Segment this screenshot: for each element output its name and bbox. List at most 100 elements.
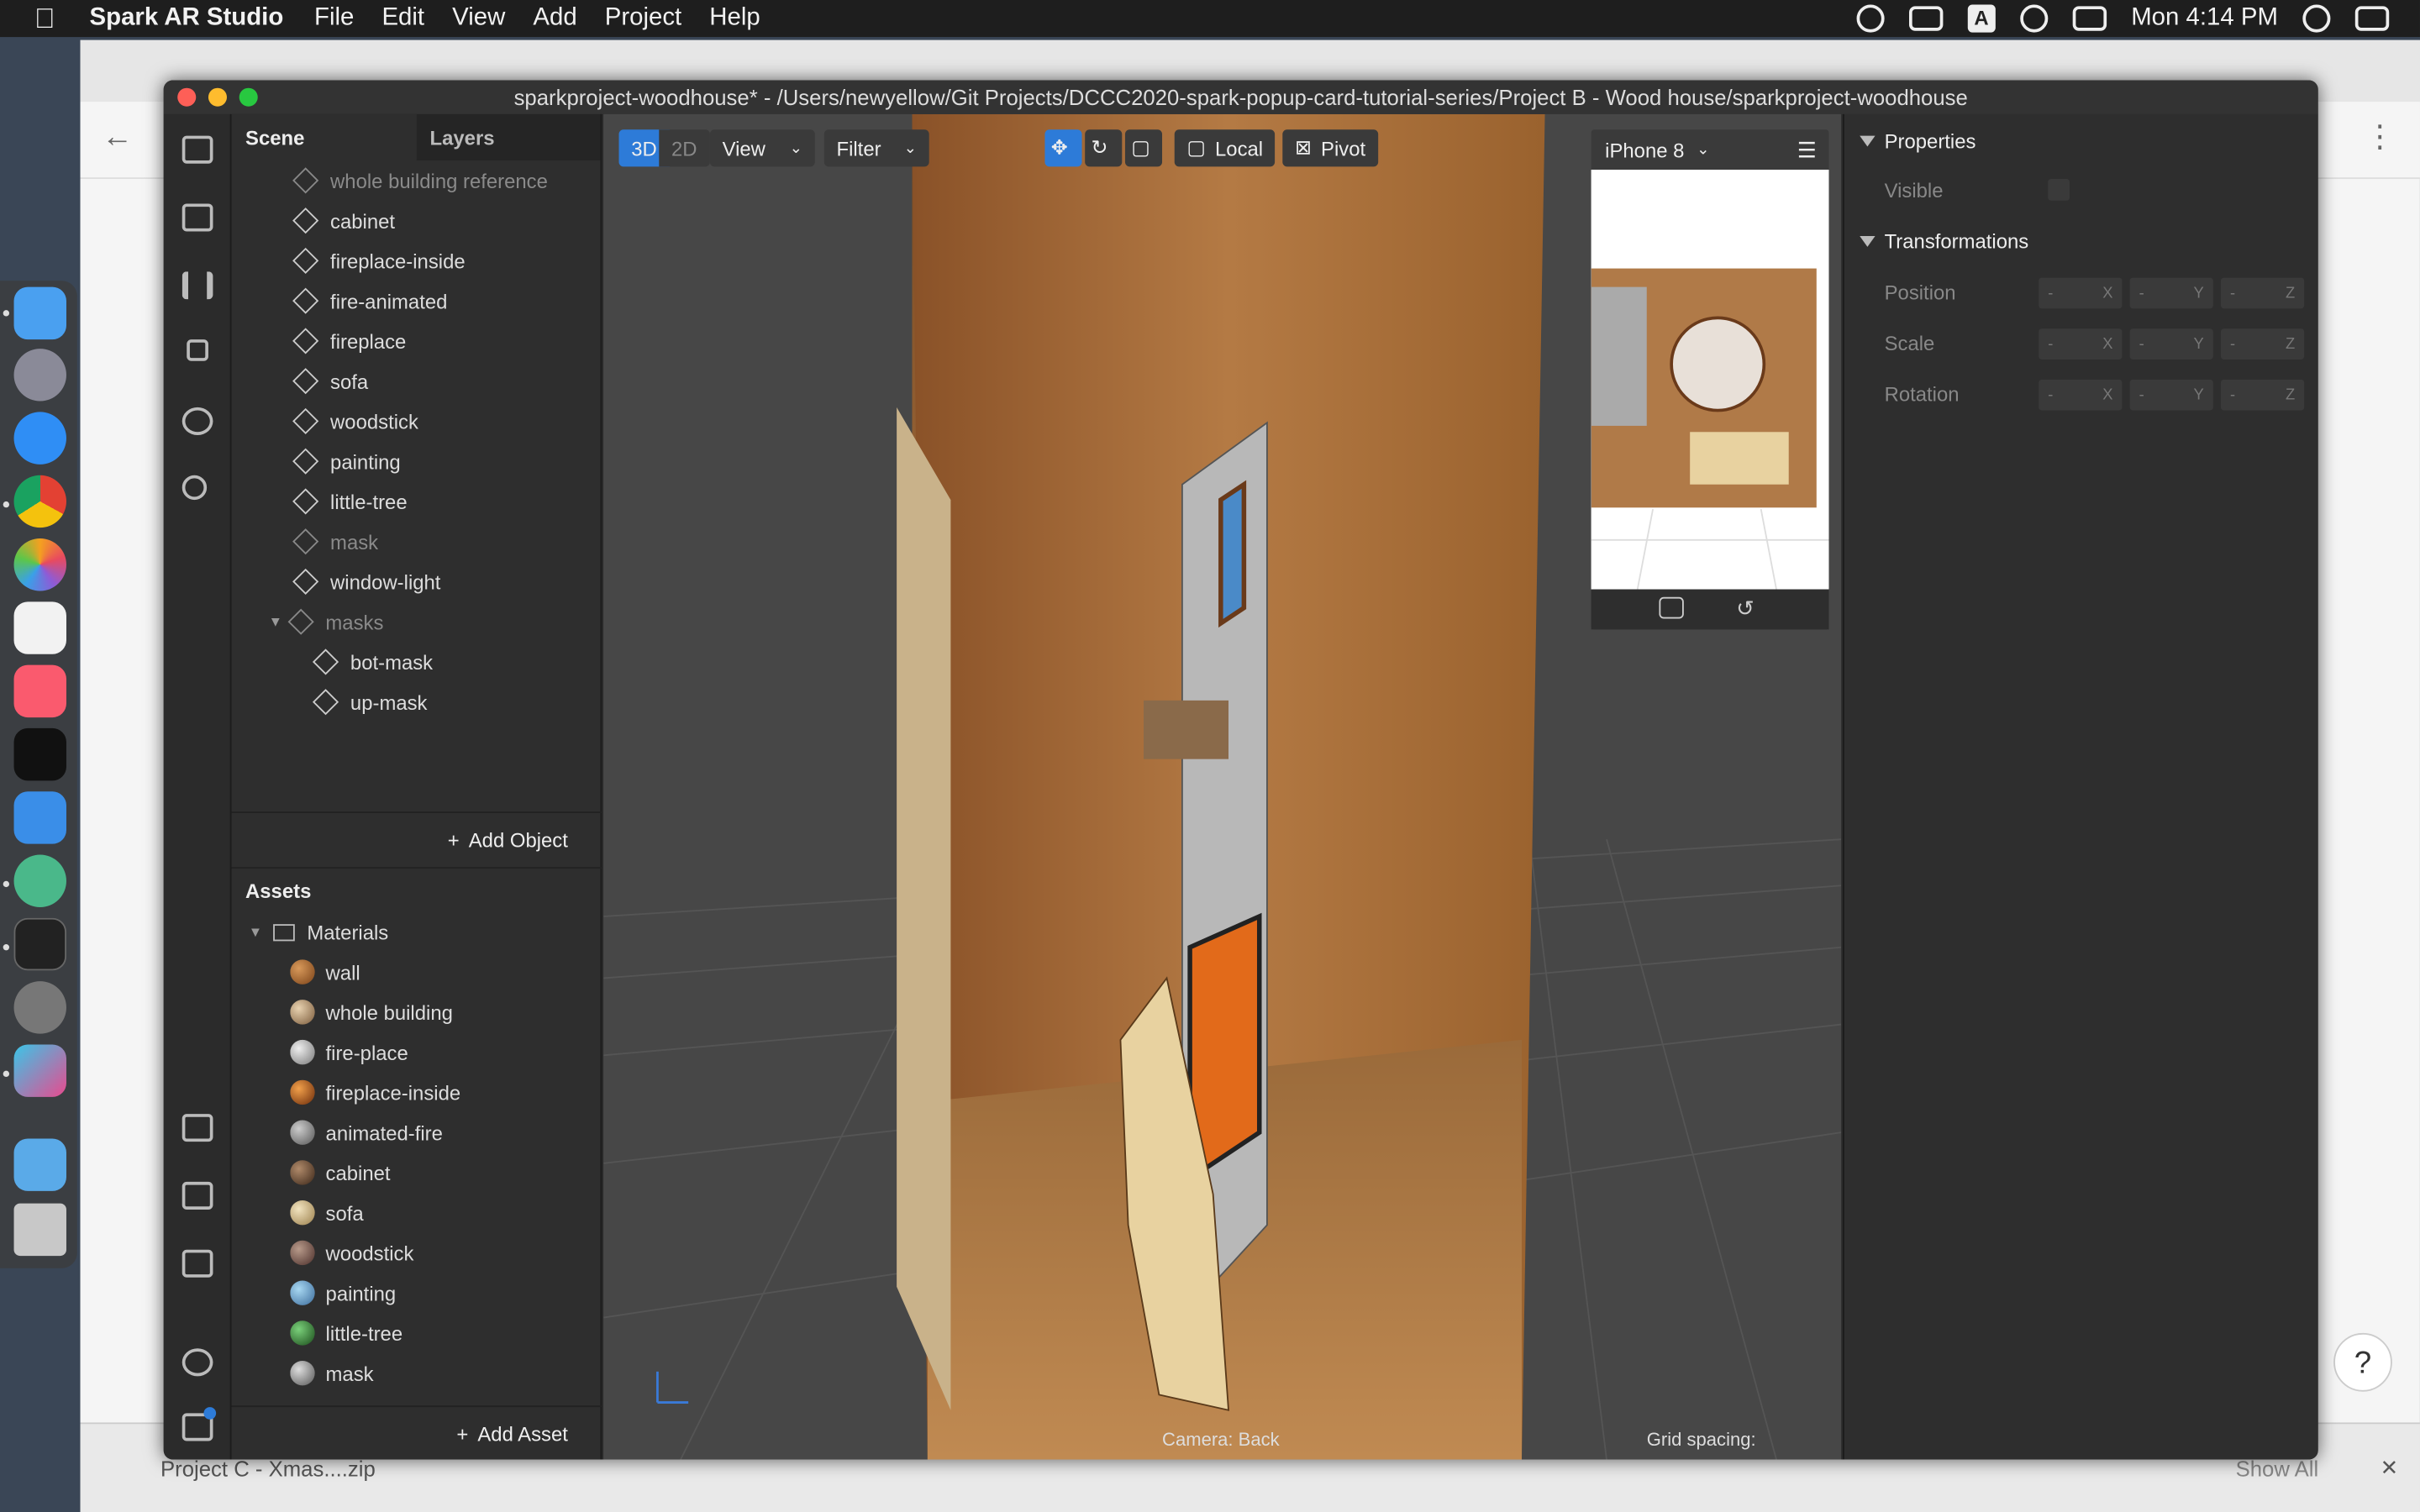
rotation-x-field[interactable]: -X <box>2039 379 2123 411</box>
rotate-tool-button[interactable]: ↻ <box>1085 129 1123 167</box>
local-toggle[interactable]: ▢ Local <box>1174 129 1276 167</box>
add-object-button[interactable]: + Add Object <box>231 811 602 867</box>
scene-item[interactable]: up-mask <box>312 682 428 722</box>
rotate-device-icon[interactable]: ↺ <box>1736 596 1754 622</box>
position-x-field[interactable]: -X <box>2039 277 2123 309</box>
chevron-down-icon[interactable]: ▼ <box>269 614 282 629</box>
close-icon[interactable]: ✕ <box>2381 1455 2399 1481</box>
photos-icon[interactable] <box>13 538 66 591</box>
scale-tool-button[interactable]: ▢ <box>1124 129 1163 167</box>
scene-item-group[interactable]: ▼ masks <box>269 601 383 642</box>
wifi-icon[interactable] <box>2019 4 2049 33</box>
chevron-down-icon[interactable] <box>1860 135 1876 147</box>
materials-folder[interactable]: ▼ Materials <box>249 911 389 952</box>
menu-add[interactable]: Add <box>533 5 576 33</box>
add-folder-icon[interactable] <box>182 1114 213 1142</box>
menu-edit[interactable]: Edit <box>381 5 424 33</box>
export-icon[interactable] <box>182 1249 213 1278</box>
menu-project[interactable]: Project <box>605 5 681 33</box>
help-button[interactable]: ? <box>2333 1332 2392 1392</box>
position-z-field[interactable]: -Z <box>2221 277 2305 309</box>
scene-item[interactable]: fire-animated <box>292 281 447 321</box>
stop-icon[interactable] <box>187 339 208 361</box>
screenshot-icon[interactable] <box>1659 596 1684 619</box>
refresh-icon[interactable] <box>182 407 213 435</box>
scene-item[interactable]: little-tree <box>292 481 408 522</box>
menu-file[interactable]: File <box>314 5 354 33</box>
battery-icon[interactable] <box>2072 6 2107 31</box>
pivot-toggle[interactable]: ⊠ Pivot <box>1282 129 1378 167</box>
system-preferences-icon[interactable] <box>13 981 66 1034</box>
rotation-y-field[interactable]: -Y <box>2129 379 2213 411</box>
scene-item[interactable]: bot-mask <box>312 642 433 682</box>
scene-item[interactable]: whole building reference <box>292 160 548 201</box>
apple-icon[interactable]:  <box>0 3 90 35</box>
scene-item[interactable]: mask <box>292 522 378 562</box>
import-icon[interactable] <box>182 1181 213 1210</box>
safari-icon[interactable] <box>13 412 66 465</box>
airplay-icon[interactable] <box>1908 6 1944 31</box>
menu-view[interactable]: View <box>452 5 505 33</box>
control-center-icon[interactable] <box>2354 6 2390 31</box>
chrome-icon[interactable] <box>13 475 66 528</box>
folder-icon[interactable] <box>13 1138 66 1191</box>
search-icon[interactable] <box>182 475 208 501</box>
transformations-title[interactable]: Transformations <box>1885 230 2029 254</box>
spark-ar-icon[interactable] <box>13 1044 66 1097</box>
material-item[interactable]: mask <box>290 1353 374 1394</box>
scene-item[interactable]: fireplace <box>292 321 406 361</box>
app-menu[interactable]: Spark AR Studio <box>90 5 284 33</box>
apple-tv-icon[interactable] <box>13 727 66 781</box>
visible-checkbox[interactable] <box>2048 179 2070 201</box>
scene-item[interactable]: window-light <box>292 562 440 602</box>
tab-layers[interactable]: Layers <box>415 113 601 161</box>
scene-item[interactable]: painting <box>292 441 401 481</box>
debug-icon[interactable] <box>182 1348 213 1377</box>
more-icon[interactable]: ⋮ <box>2365 118 2396 156</box>
terminal-icon[interactable] <box>13 917 66 971</box>
layout-icon[interactable] <box>182 135 213 164</box>
material-item[interactable]: little-tree <box>290 1313 402 1353</box>
atom-icon[interactable] <box>13 854 66 907</box>
tab-scene[interactable]: Scene <box>231 113 416 161</box>
material-item[interactable]: painting <box>290 1273 396 1313</box>
material-item[interactable]: sofa <box>290 1193 364 1233</box>
chevron-down-icon[interactable]: ▼ <box>249 924 262 939</box>
clock[interactable]: Mon 4:14 PM <box>2131 5 2278 33</box>
finder-icon[interactable] <box>13 286 66 340</box>
position-y-field[interactable]: -Y <box>2129 277 2213 309</box>
trash-icon[interactable] <box>13 1203 66 1257</box>
scene-item[interactable]: sofa <box>292 361 368 402</box>
music-icon[interactable] <box>13 664 66 718</box>
material-item[interactable]: fireplace-inside <box>290 1073 460 1113</box>
view-dropdown[interactable]: View ⌄ <box>709 129 815 167</box>
scene-item[interactable]: fireplace-inside <box>292 241 466 281</box>
camera-icon[interactable] <box>182 203 213 232</box>
menu-icon[interactable]: ☰ <box>1797 137 1817 163</box>
launchpad-icon[interactable] <box>13 349 66 402</box>
chevron-down-icon[interactable] <box>1860 236 1876 247</box>
add-asset-button[interactable]: + Add Asset <box>231 1405 602 1459</box>
material-item[interactable]: window-light <box>290 1394 436 1399</box>
mode-2d-button[interactable]: 2D <box>659 129 710 167</box>
material-item[interactable]: animated-fire <box>290 1112 443 1152</box>
minimize-window-button[interactable] <box>208 87 227 107</box>
cloud-icon[interactable] <box>1856 4 1885 33</box>
material-item[interactable]: fire-place <box>290 1032 408 1073</box>
spotlight-icon[interactable] <box>2302 4 2331 33</box>
rotation-z-field[interactable]: -Z <box>2221 379 2305 411</box>
scale-z-field[interactable]: -Z <box>2221 328 2305 360</box>
back-icon[interactable]: ← <box>102 120 133 155</box>
menu-help[interactable]: Help <box>709 5 760 33</box>
device-selector[interactable]: iPhone 8 ⌄ ☰ <box>1591 129 1829 170</box>
scale-x-field[interactable]: -X <box>2039 328 2123 360</box>
scale-y-field[interactable]: -Y <box>2129 328 2213 360</box>
material-item[interactable]: cabinet <box>290 1152 391 1193</box>
filter-dropdown[interactable]: Filter ⌄ <box>823 129 929 167</box>
close-window-button[interactable] <box>177 87 197 107</box>
input-source-icon[interactable]: A <box>1967 4 1996 33</box>
pause-icon[interactable] <box>182 271 213 300</box>
material-item[interactable]: woodstick <box>290 1233 413 1273</box>
scene-item[interactable]: cabinet <box>292 201 395 241</box>
material-item[interactable]: wall <box>290 952 360 992</box>
